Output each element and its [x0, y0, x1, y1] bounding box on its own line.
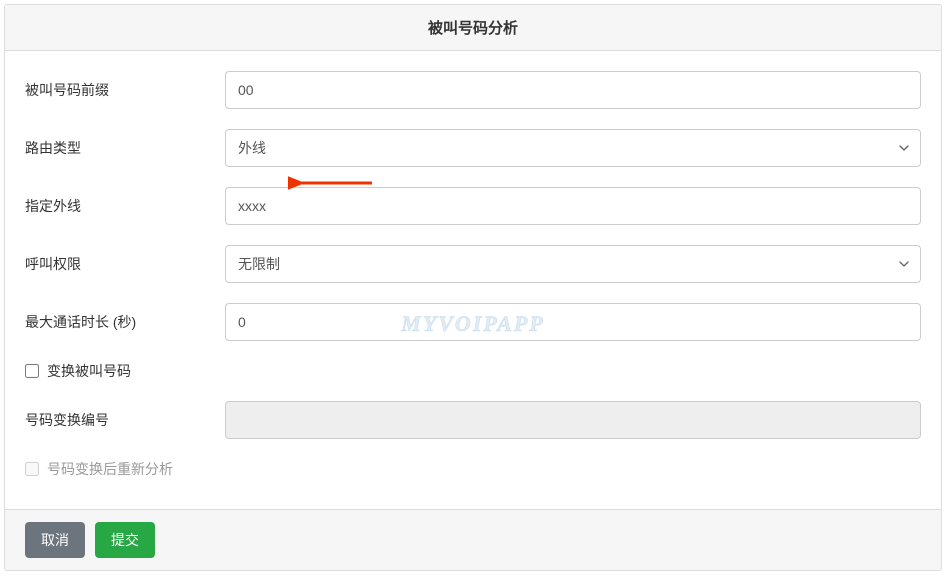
transform-callee-label[interactable]: 变换被叫号码 — [47, 361, 131, 381]
field-specified-line-wrap — [225, 187, 921, 225]
label-specified-line: 指定外线 — [25, 196, 225, 216]
row-transform-callee: 变换被叫号码 — [25, 361, 921, 381]
panel-title: 被叫号码分析 — [428, 20, 518, 37]
row-reanalyze: 号码变换后重新分析 — [25, 459, 921, 479]
label-route-type: 路由类型 — [25, 138, 225, 158]
cancel-button[interactable]: 取消 — [25, 522, 85, 558]
submit-button[interactable]: 提交 — [95, 522, 155, 558]
field-prefix-wrap — [225, 71, 921, 109]
max-duration-input[interactable] — [225, 303, 921, 341]
reanalyze-label: 号码变换后重新分析 — [47, 459, 173, 479]
prefix-input[interactable] — [225, 71, 921, 109]
field-call-permission-wrap: 无限制 — [225, 245, 921, 283]
panel-footer: 取消 提交 — [5, 509, 941, 570]
transform-callee-checkbox[interactable] — [25, 364, 39, 378]
transform-number-input — [225, 401, 921, 439]
field-transform-number-wrap — [225, 401, 921, 439]
label-call-permission: 呼叫权限 — [25, 254, 225, 274]
label-transform-number: 号码变换编号 — [25, 410, 225, 430]
call-permission-select[interactable]: 无限制 — [225, 245, 921, 283]
field-max-duration-wrap — [225, 303, 921, 341]
specified-line-input[interactable] — [225, 187, 921, 225]
row-prefix: 被叫号码前缀 — [25, 71, 921, 109]
panel-header: 被叫号码分析 — [5, 5, 941, 51]
label-max-duration: 最大通话时长 (秒) — [25, 312, 225, 332]
row-route-type: 路由类型 外线 — [25, 129, 921, 167]
field-route-type-wrap: 外线 — [225, 129, 921, 167]
row-specified-line: 指定外线 — [25, 187, 921, 225]
panel-body: MYVOIPAPP 被叫号码前缀 路由类型 外线 指定外线 — [5, 51, 941, 509]
reanalyze-checkbox — [25, 462, 39, 476]
row-call-permission: 呼叫权限 无限制 — [25, 245, 921, 283]
row-transform-number: 号码变换编号 — [25, 401, 921, 439]
row-max-duration: 最大通话时长 (秒) — [25, 303, 921, 341]
dialog-panel: 被叫号码分析 MYVOIPAPP 被叫号码前缀 路由类型 外线 指定外线 — [4, 4, 942, 571]
route-type-select[interactable]: 外线 — [225, 129, 921, 167]
label-prefix: 被叫号码前缀 — [25, 80, 225, 100]
